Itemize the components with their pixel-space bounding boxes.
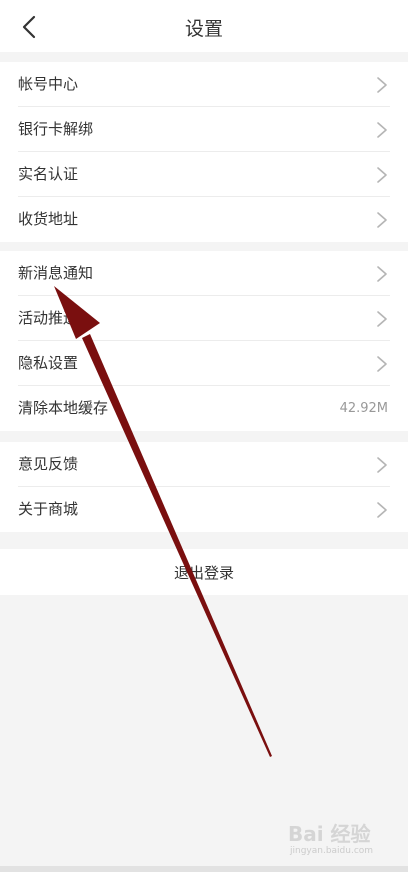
settings-group-about: 意见反馈 关于商城 bbox=[0, 442, 408, 532]
settings-item-label: 实名认证 bbox=[18, 165, 79, 183]
page-title: 设置 bbox=[184, 18, 223, 40]
chevron-right-icon bbox=[377, 457, 387, 473]
header-bar: 设置 bbox=[0, 0, 408, 52]
settings-item-account-center[interactable]: 帐号中心 bbox=[0, 62, 408, 107]
chevron-right-icon bbox=[377, 212, 387, 228]
chevron-right-icon bbox=[377, 122, 387, 138]
logout-button[interactable]: 退出登录 bbox=[0, 549, 408, 595]
settings-group-notifications: 新消息通知 活动推送 隐私设置 清除本地缓存 42.92M bbox=[0, 251, 408, 431]
settings-item-label: 清除本地缓存 bbox=[18, 399, 109, 417]
settings-item-label: 隐私设置 bbox=[18, 354, 79, 372]
settings-item-label: 活动推送 bbox=[18, 309, 79, 327]
watermark-url: jingyan.baidu.com bbox=[290, 846, 374, 856]
settings-item-real-name-auth[interactable]: 实名认证 bbox=[0, 152, 408, 197]
settings-item-feedback[interactable]: 意见反馈 bbox=[0, 442, 408, 487]
settings-item-bank-card-unbind[interactable]: 银行卡解绑 bbox=[0, 107, 408, 152]
settings-group-account: 帐号中心 银行卡解绑 实名认证 收货地址 bbox=[0, 62, 408, 242]
watermark-brand: Bai 经验 bbox=[288, 822, 371, 846]
settings-item-activity-push[interactable]: 活动推送 bbox=[0, 296, 408, 341]
settings-item-label: 意见反馈 bbox=[18, 455, 79, 473]
baidu-jingyan-watermark: Bai 经验 jingyan.baidu.com bbox=[282, 818, 386, 862]
settings-item-label: 收货地址 bbox=[18, 210, 79, 228]
chevron-right-icon bbox=[377, 167, 387, 183]
settings-item-label: 银行卡解绑 bbox=[18, 120, 94, 138]
chevron-right-icon bbox=[377, 356, 387, 372]
chevron-right-icon bbox=[377, 502, 387, 518]
chevron-right-icon bbox=[377, 266, 387, 282]
chevron-right-icon bbox=[377, 77, 387, 93]
settings-item-privacy[interactable]: 隐私设置 bbox=[0, 341, 408, 386]
bottom-strip bbox=[0, 866, 408, 872]
settings-item-label: 帐号中心 bbox=[18, 75, 79, 93]
cache-size-value: 42.92M bbox=[339, 401, 388, 416]
settings-item-new-message-notice[interactable]: 新消息通知 bbox=[0, 251, 408, 296]
chevron-right-icon bbox=[377, 311, 387, 327]
settings-item-shipping-address[interactable]: 收货地址 bbox=[0, 197, 408, 242]
settings-item-clear-cache[interactable]: 清除本地缓存 42.92M bbox=[0, 386, 408, 431]
settings-item-label: 新消息通知 bbox=[18, 264, 94, 282]
settings-item-about-mall[interactable]: 关于商城 bbox=[0, 487, 408, 532]
settings-item-label: 关于商城 bbox=[18, 500, 79, 518]
